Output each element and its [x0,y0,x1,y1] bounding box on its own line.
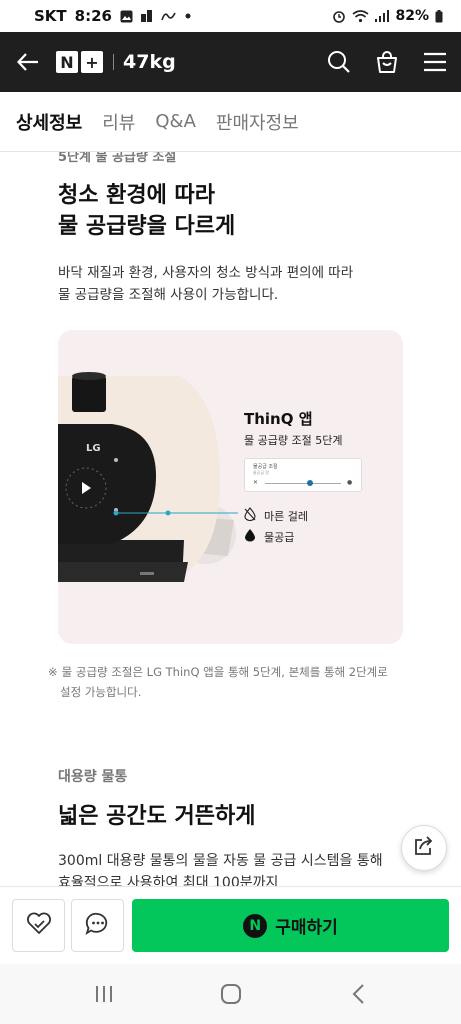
detail-tabs: 상세정보 리뷰 Q&A 판매자정보 [0,92,461,152]
section-label: 대용량 물통 [58,769,128,785]
wishlist-heart-icon [26,912,52,940]
heading-line-1: 청소 환경에 따라 [58,183,215,208]
header-divider [113,54,114,70]
water-drop-icon [244,528,256,545]
section-description: 바닥 재질과 환경, 사용자의 청소 방식과 편의에 따라 물 공급량을 조절해… [58,262,418,306]
carrier-label: SKT [34,7,67,25]
section-label-clipped: 5단계 물 공급량 조절 [58,152,177,165]
mini-slider-thumb [307,480,313,486]
battery-percent: 82% [395,8,429,24]
robot-brand-text: LG [86,443,101,454]
naver-plus-logo[interactable]: N + [56,51,103,73]
mini-slider-sub: 물공급 량 [253,470,269,475]
desc-line-2: 물 공급량을 조절해 사용이 가능합니다. [58,287,279,303]
buy-button-label: 구매하기 [275,918,338,938]
status-bar: SKT 8:26 82% [0,0,461,32]
section-heading: 청소 환경에 따라 물 공급량을 다르게 [58,180,235,242]
heading-line-2: 물 공급량을 다르게 [58,214,236,239]
share-button[interactable] [401,825,447,871]
mini-slider-track [265,483,341,484]
menu-icon[interactable] [421,48,449,76]
legend-water-label: 물공급 [264,530,295,544]
tab-qna[interactable]: Q&A [155,92,196,152]
app-title: ThinQ 앱 [244,410,313,428]
footnote-mark: ※ [48,665,58,679]
app-slider-preview: 물공급 조절 물공급 량 ✕ ● [244,458,362,492]
system-nav-bar [0,964,461,1024]
mini-water-icon: ● [347,479,353,486]
signal-bars-icon [140,10,153,22]
mini-slider-label: 물공급 조절 [253,464,278,470]
clock: 8:26 [74,7,112,25]
dot-icon [185,13,191,19]
no-water-drop-icon [244,507,256,524]
desc-line-1: 바닥 재질과 환경, 사용자의 청소 방식과 편의에 따라 [58,265,354,281]
battery-icon [435,9,443,23]
legend-water-supply: 물공급 [244,528,294,545]
buy-button[interactable]: N 구매하기 [132,899,449,952]
mini-dry-icon: ✕ [253,479,259,486]
notification-icon [161,10,177,22]
recent-apps-icon[interactable] [84,974,124,1014]
logo-plus: + [81,51,103,73]
logo-n: N [56,51,78,73]
chat-icon [84,912,111,940]
product-image-card: LG ThinQ 앱 물 공급량 조절 5단계 물공급 조절 물공급 량 ✕ ●… [58,330,403,644]
cell-signal-icon [375,10,390,22]
talk-button[interactable] [71,899,124,952]
wishlist-button[interactable] [12,899,65,952]
wifi-icon [352,9,369,23]
legend-dry-label: 마른 걸레 [264,509,308,523]
alarm-icon [332,9,346,23]
desc2-line-1: 300ml 대용량 물통의 물을 자동 물 공급 시스템을 통해 [58,853,383,869]
section-description-2: 300ml 대용량 물통의 물을 자동 물 공급 시스템을 통해 효율적으로 사… [58,850,398,888]
tab-details[interactable]: 상세정보 [16,92,82,152]
section-heading-2: 넓은 공간도 거뜬하게 [58,804,256,829]
share-icon [413,836,435,860]
shopping-bag-icon[interactable] [373,48,401,76]
note-line-2: 설정 가능합니다. [60,685,142,699]
back-arrow-icon[interactable] [14,48,42,76]
footnote: ※ 물 공급량 조절은 LG ThinQ 앱을 통해 5단계, 본체를 통해 2… [48,662,398,702]
purchase-bar: N 구매하기 [0,886,461,964]
note-line-1: 물 공급량 조절은 LG ThinQ 앱을 통해 5단계, 본체를 통해 2단계… [61,665,388,679]
tab-reviews[interactable]: 리뷰 [102,92,135,152]
naver-pay-icon: N [243,913,268,938]
gallery-icon [120,10,133,23]
tab-seller-info[interactable]: 판매자정보 [216,92,299,152]
legend-dry-mop: 마른 걸레 [244,507,308,524]
app-subtitle: 물 공급량 조절 5단계 [244,434,343,447]
product-detail-content[interactable]: 5단계 물 공급량 조절 청소 환경에 따라 물 공급량을 다르게 바닥 재질과… [0,152,461,888]
top-header: N + 47kg [0,32,461,92]
home-icon[interactable] [211,974,251,1014]
store-name[interactable]: 47kg [123,51,176,73]
search-icon[interactable] [325,48,353,76]
back-icon[interactable] [338,974,378,1014]
